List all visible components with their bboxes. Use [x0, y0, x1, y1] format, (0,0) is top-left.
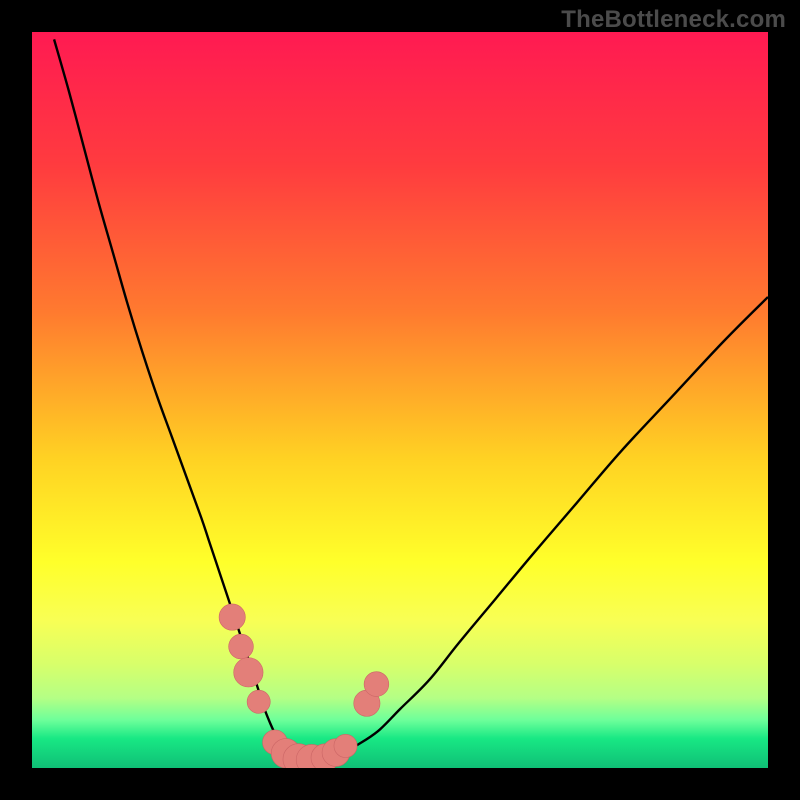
chart-svg: [32, 32, 768, 768]
plot-area: [32, 32, 768, 768]
curve-marker: [334, 734, 357, 757]
curve-marker: [364, 672, 389, 697]
gradient-background: [32, 32, 768, 768]
watermark-text: TheBottleneck.com: [561, 6, 786, 34]
curve-marker: [234, 658, 263, 687]
curve-marker: [229, 634, 254, 659]
curve-marker: [219, 604, 245, 630]
curve-marker: [247, 690, 270, 713]
outer-frame: TheBottleneck.com: [0, 0, 800, 800]
